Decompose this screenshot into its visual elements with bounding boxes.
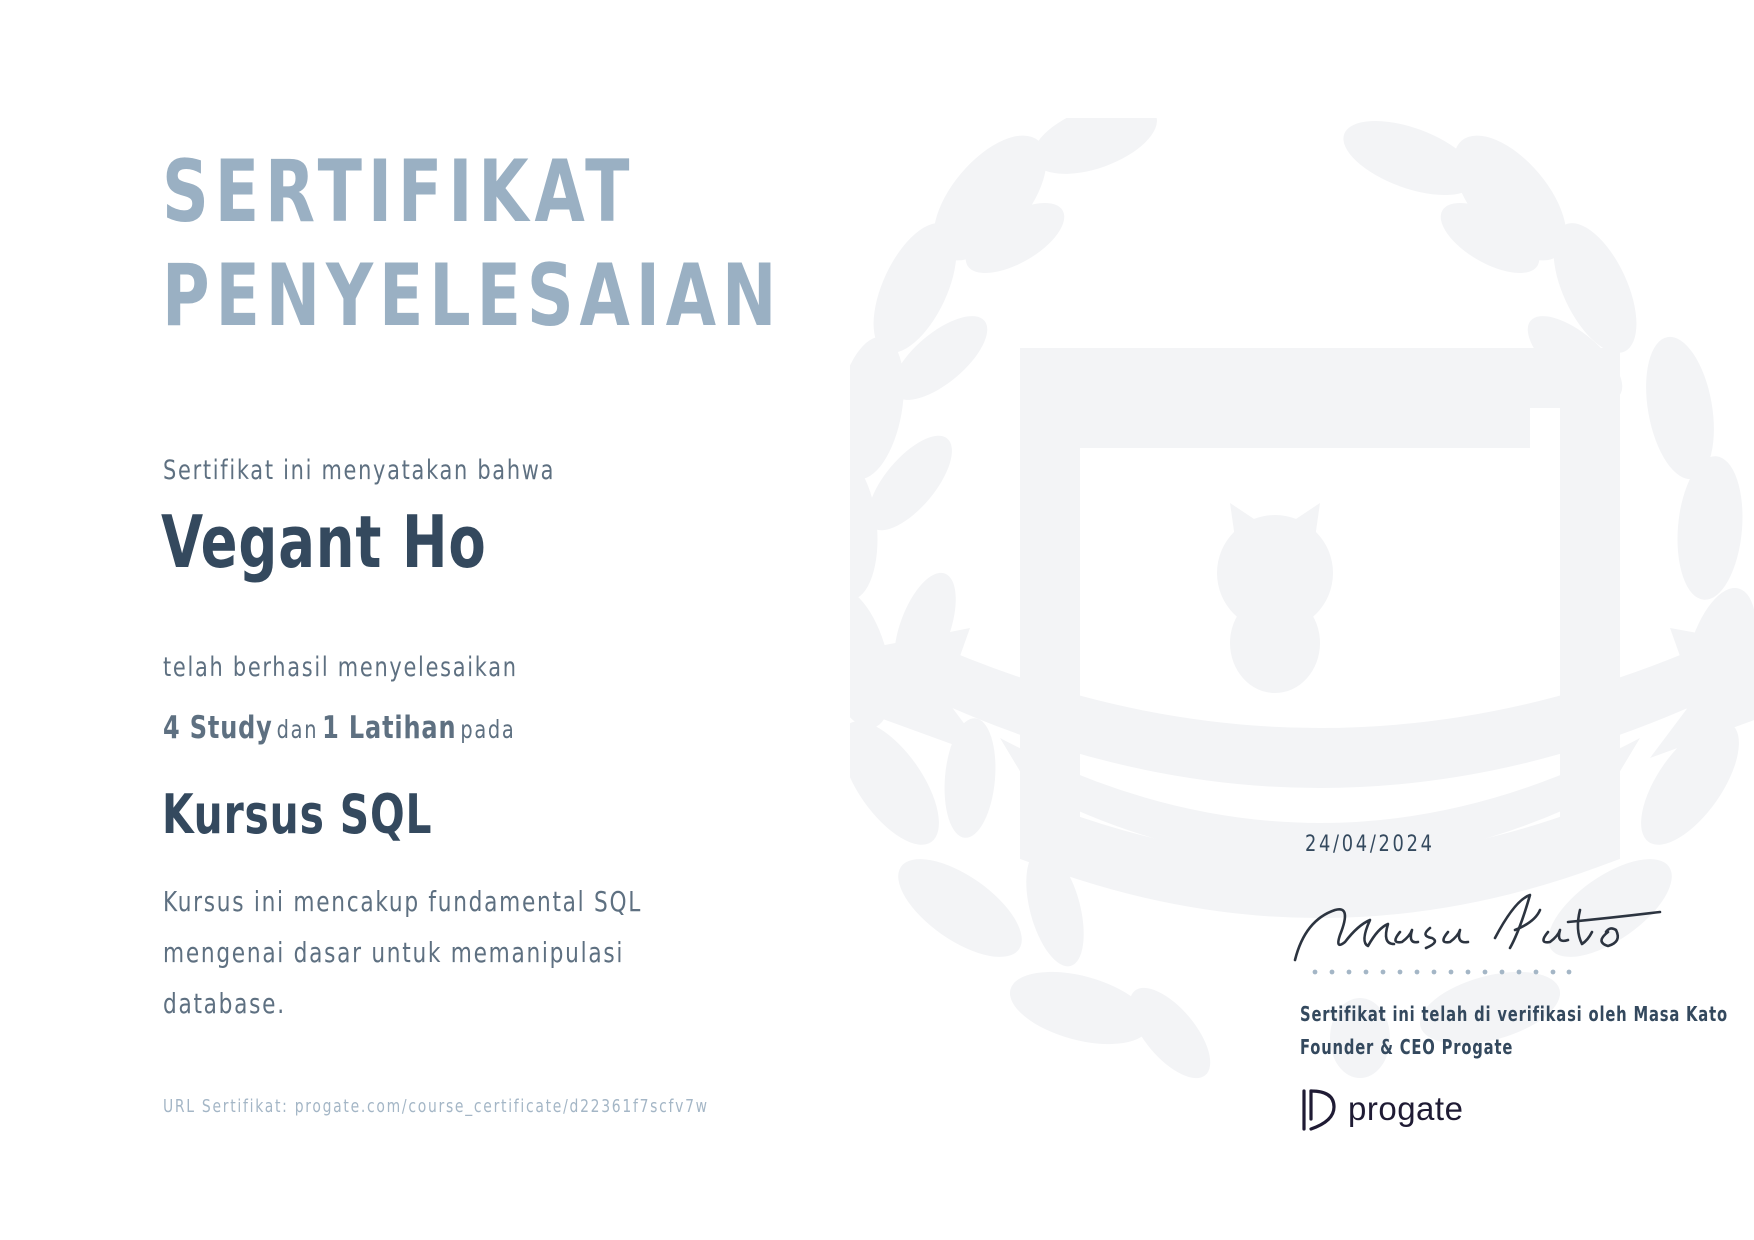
- progate-logo: progate: [1300, 1085, 1463, 1133]
- study-count: 4 Study: [163, 710, 273, 746]
- exercise-count: 1 Latihan: [322, 710, 457, 746]
- title-line-2: PENYELESAIAN: [162, 246, 783, 346]
- course-description: Kursus ini mencakup fundamental SQL meng…: [163, 876, 645, 1029]
- verification-text: Sertifikat ini telah di verifikasi oleh …: [1300, 998, 1728, 1064]
- verification-line-2: Founder & CEO Progate: [1300, 1035, 1514, 1059]
- certificate: SERTIFIKAT PENYELESAIAN Sertifikat ini m…: [0, 0, 1754, 1240]
- progate-logo-text: progate: [1348, 1090, 1464, 1127]
- description-line-3: database.: [163, 987, 286, 1020]
- and-text: dan: [276, 715, 319, 744]
- verification-line-1: Sertifikat ini telah di verifikasi oleh …: [1300, 1002, 1728, 1026]
- signature-dotted-line: [1312, 969, 1572, 975]
- title-line-1: SERTIFIKAT: [162, 142, 636, 242]
- certificate-url[interactable]: URL Sertifikat: progate.com/course_certi…: [163, 1096, 709, 1117]
- completed-text: telah berhasil menyelesaikan: [163, 652, 518, 683]
- on-text: pada: [460, 715, 516, 744]
- recipient-name: Vegant Ho: [161, 500, 487, 584]
- progate-logo-icon: [1302, 1089, 1336, 1131]
- description-line-1: Kursus ini mencakup fundamental SQL: [163, 885, 643, 918]
- intro-text: Sertifikat ini menyatakan bahwa: [163, 455, 556, 486]
- issue-date: 24/04/2024: [1305, 832, 1435, 857]
- course-name: Kursus SQL: [162, 783, 433, 846]
- description-line-2: mengenai dasar untuk memanipulasi: [163, 936, 625, 969]
- course-stats: 4 Study dan 1 Latihan pada: [163, 710, 515, 746]
- certificate-title: SERTIFIKAT PENYELESAIAN: [162, 140, 782, 348]
